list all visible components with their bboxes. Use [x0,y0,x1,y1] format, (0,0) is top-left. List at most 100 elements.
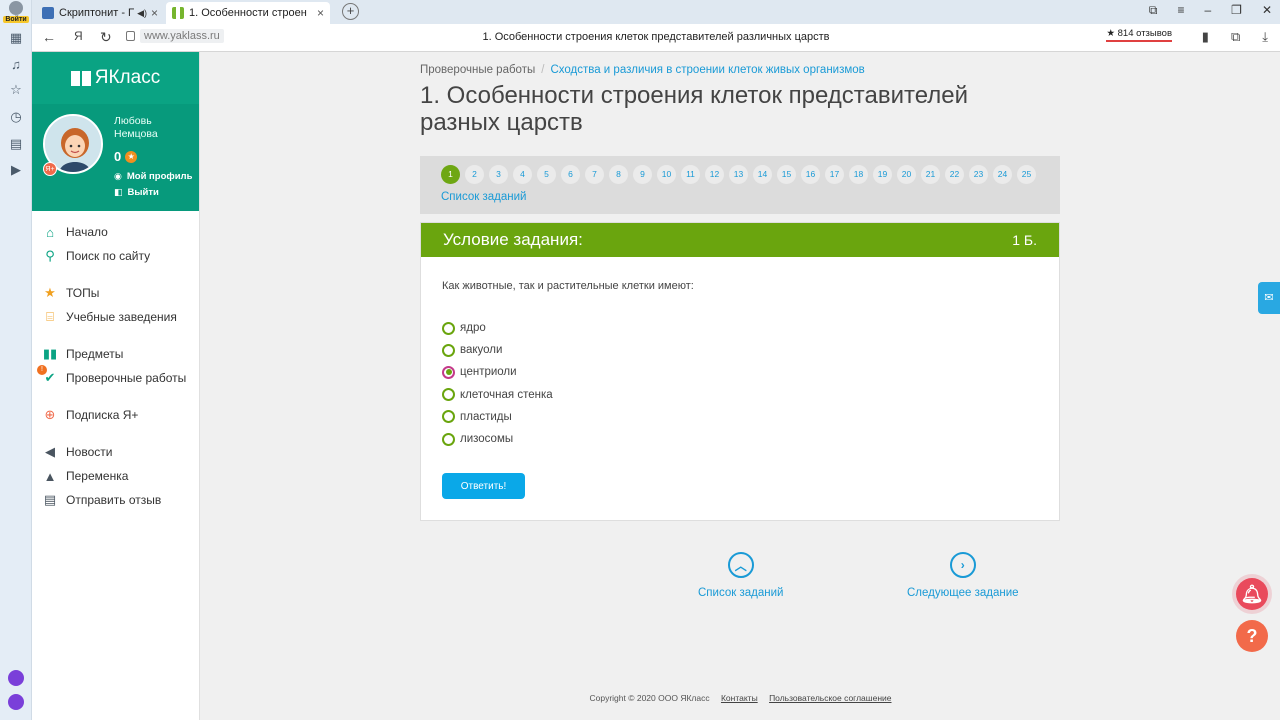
menu-icon[interactable]: ≡ [1177,3,1184,18]
voice-assistant-icon[interactable] [8,694,24,710]
radio-button[interactable] [442,388,455,402]
translate-icon[interactable]: ⧉ [1231,29,1240,45]
sidebar-item-home[interactable]: ⌂ Начало [42,224,108,240]
answer-option[interactable]: ядро [442,317,553,339]
task-number-11[interactable]: 11 [681,165,700,184]
breadcrumb-current[interactable]: Сходства и различия в строении клеток жи… [550,64,864,76]
reload-icon[interactable]: ↻ [100,29,112,46]
task-number-9[interactable]: 9 [633,165,652,184]
agreement-link[interactable]: Пользовательское соглашение [769,693,891,703]
browser-left-rail: Войти ▦ ♫ ☆ ◷ ▤ ▶ [0,0,32,720]
mail-feedback-icon[interactable]: ✉ [1258,282,1280,314]
close-window-icon[interactable]: ✕ [1262,3,1272,18]
url-text: www.yaklass.ru [140,29,224,43]
task-number-10[interactable]: 10 [657,165,676,184]
task-number-8[interactable]: 8 [609,165,628,184]
radio-button[interactable] [442,343,455,357]
task-number-17[interactable]: 17 [825,165,844,184]
media-player-icon[interactable]: ▶ [0,158,32,182]
breadcrumb-root[interactable]: Проверочные работы [420,64,535,76]
collections-icon[interactable]: ▤ [0,132,32,156]
bookmark-icon[interactable]: ▮ [1202,29,1209,45]
back-arrow-icon[interactable]: ← [42,29,56,45]
task-number-19[interactable]: 19 [873,165,892,184]
user-points: 0 ★ [114,149,138,164]
sidebar-item-break[interactable]: ▲ Переменка [42,468,129,484]
radio-button[interactable] [442,365,455,379]
task-number-16[interactable]: 16 [801,165,820,184]
answer-option[interactable]: центриоли [442,361,553,383]
answer-option[interactable]: лизосомы [442,428,553,450]
task-number-12[interactable]: 12 [705,165,724,184]
url-field[interactable]: www.yaklass.ru [126,29,224,43]
minimize-icon[interactable]: – [1204,3,1211,18]
tab-yaklass[interactable]: 1. Особенности строен × [166,2,330,24]
answer-option[interactable]: вакуоли [442,339,553,361]
next-task-nav[interactable]: › Следующее задание [907,552,1019,599]
speaker-icon[interactable]: ◀) [137,8,147,19]
task-number-14[interactable]: 14 [753,165,772,184]
chevron-right-icon: › [949,552,976,578]
new-tab-icon[interactable]: + [342,3,359,20]
question-text: Как животные, так и растительные клетки … [442,280,694,292]
sidebar-item-subscription[interactable]: ⊕ Подписка Я+ [42,407,139,423]
sidebar-item-tops[interactable]: ★ ТОПы [42,285,99,301]
task-number-1[interactable]: 1 [441,165,460,184]
sidebar-item-news[interactable]: ◀ Новости [42,444,112,460]
bookmarks-star-icon[interactable]: ☆ [0,78,32,102]
task-number-13[interactable]: 13 [729,165,748,184]
apps-grid-icon[interactable]: ▦ [0,26,32,50]
yandex-home-icon[interactable]: Я [74,29,83,43]
tab-skriptonit[interactable]: Скриптонит - Поло ◀) × [36,2,164,24]
close-tab-icon[interactable]: × [151,6,158,20]
check-icon: ✔ ! [37,365,58,386]
task-number-21[interactable]: 21 [921,165,940,184]
logout-link[interactable]: ◧ Выйти [114,187,159,198]
answer-option[interactable]: клеточная стенка [442,384,553,406]
sidebar-item-institutions[interactable]: ⌸ Учебные заведения [42,309,177,325]
task-number-20[interactable]: 20 [897,165,916,184]
my-profile-link[interactable]: ◉ Мой профиль [114,171,192,182]
task-number-15[interactable]: 15 [777,165,796,184]
task-number-23[interactable]: 23 [969,165,988,184]
login-button[interactable]: Войти [0,0,32,26]
alice-assistant-icon[interactable] [8,670,24,686]
task-number-3[interactable]: 3 [489,165,508,184]
restore-icon[interactable]: ❐ [1231,3,1242,18]
task-list-nav[interactable]: ︿ Список заданий [698,552,783,599]
user-name[interactable]: Любовь Немцова [114,115,194,141]
radio-button[interactable] [442,432,455,446]
site-logo[interactable]: ЯКласс [32,52,199,104]
answer-option[interactable]: пластиды [442,406,553,428]
help-question-icon[interactable]: ? [1236,620,1268,652]
sidebar-item-feedback[interactable]: ▤ Отправить отзыв [42,492,161,508]
task-number-25[interactable]: 25 [1017,165,1036,184]
reviews-badge[interactable]: ★ 814 отзывов [1106,28,1172,42]
contacts-link[interactable]: Контакты [721,693,758,703]
task-number-2[interactable]: 2 [465,165,484,184]
task-number-22[interactable]: 22 [945,165,964,184]
home-icon: ⌂ [46,224,54,240]
task-number-24[interactable]: 24 [993,165,1012,184]
history-clock-icon[interactable]: ◷ [0,105,32,129]
breadcrumb: Проверочные работы / Сходства и различия в… [420,64,865,76]
radio-button[interactable] [442,410,455,424]
task-number-6[interactable]: 6 [561,165,580,184]
download-icon[interactable]: ⤓ [1262,29,1268,45]
notifications-bell-icon[interactable]: ♫ [0,52,32,76]
task-number-4[interactable]: 4 [513,165,532,184]
radio-button[interactable] [442,321,455,335]
submit-answer-button[interactable]: Ответить! [442,473,525,499]
tab-manager-icon[interactable]: ⧉ [1149,3,1158,18]
task-number-18[interactable]: 18 [849,165,868,184]
answer-option-label: центриоли [460,366,517,379]
close-tab-icon[interactable]: × [317,6,324,20]
task-list-link[interactable]: Список заданий [441,191,526,203]
task-number-5[interactable]: 5 [537,165,556,184]
sidebar-item-search[interactable]: ⚲ Поиск по сайту [42,248,150,264]
sidebar-item-subjects[interactable]: ▮▮ Предметы [42,346,124,362]
task-number-7[interactable]: 7 [585,165,604,184]
sidebar-item-tests[interactable]: ✔ ! Проверочные работы [37,365,186,386]
notification-bell-icon[interactable]: 🔔︎ [1236,578,1268,610]
footer: Copyright © 2020 ООО ЯКласс Контакты Пол… [201,693,1280,703]
